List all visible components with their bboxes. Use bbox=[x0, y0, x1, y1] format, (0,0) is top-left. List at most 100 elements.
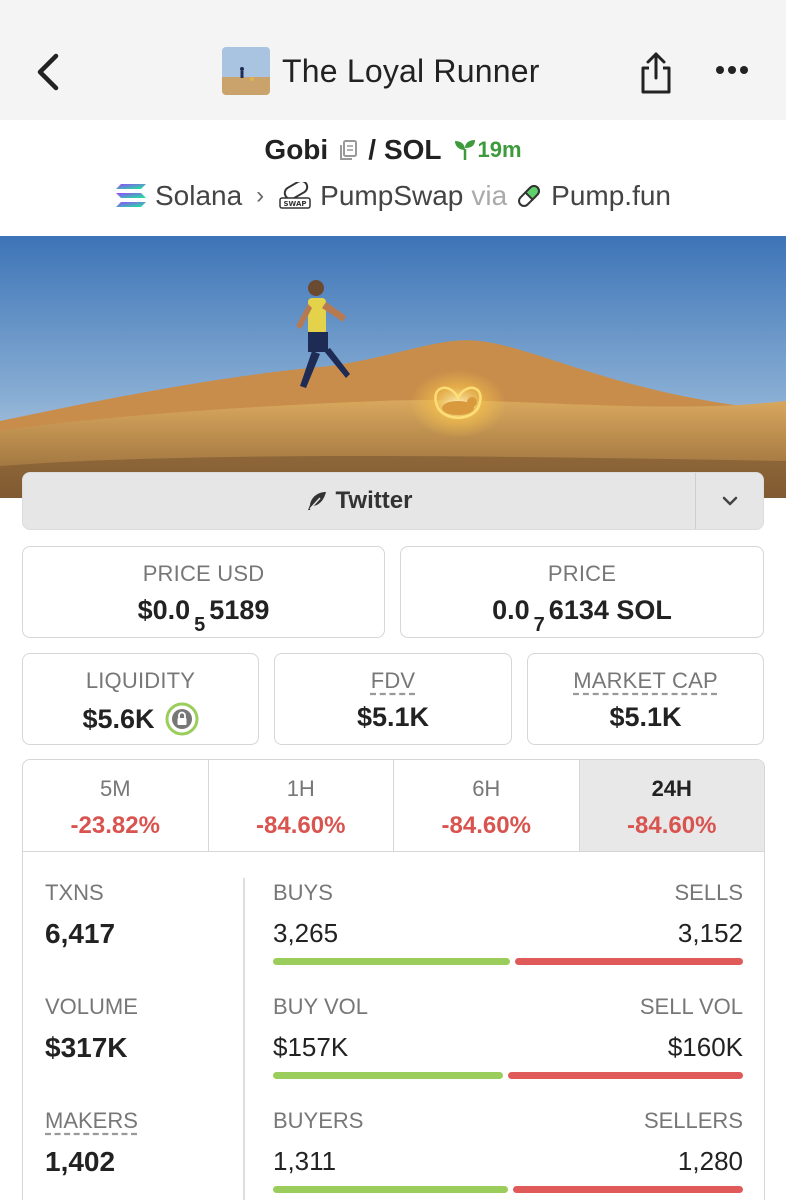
page-title: The Loyal Runner bbox=[282, 52, 540, 89]
liquidity-value-row: $5.6K bbox=[23, 702, 258, 736]
sell-portion bbox=[513, 1186, 743, 1193]
market-cap-label[interactable]: MARKET CAP bbox=[528, 668, 763, 694]
page-title-group: The Loyal Runner bbox=[222, 46, 540, 96]
tab-1h[interactable]: 1H -84.60% bbox=[209, 760, 394, 851]
buys-label: BUYS bbox=[273, 880, 333, 905]
price-native-value: 0.0 7 6134 SOL bbox=[401, 595, 763, 636]
token-thumbnail bbox=[222, 47, 270, 95]
sellers-value: 1,280 bbox=[677, 1146, 743, 1176]
makers-stat: MAKERS 1,402 bbox=[45, 1108, 215, 1200]
price-usd-prefix: $0.0 bbox=[137, 595, 191, 625]
makers-label[interactable]: MAKERS bbox=[45, 1108, 215, 1134]
market-cap-value: $5.1K bbox=[609, 702, 682, 732]
chevron-down-icon bbox=[722, 496, 737, 506]
breadcrumb: Solana › SWAP PumpSwap via Pump.fun bbox=[0, 180, 786, 212]
liquidity-label: LIQUIDITY bbox=[85, 668, 196, 693]
chevron-left-icon[interactable] bbox=[30, 48, 70, 96]
tab-label: 6H bbox=[472, 776, 501, 801]
tab-24h[interactable]: 24H -84.60% bbox=[579, 760, 764, 851]
sells-value: 3,152 bbox=[677, 918, 743, 948]
buyers-value: 1,311 bbox=[273, 1146, 337, 1176]
sell-vol-value: $160K bbox=[667, 1032, 743, 1062]
chain-link[interactable]: Solana bbox=[155, 180, 242, 212]
stats-totals: TXNS 6,417 VOLUME $317K MAKERS 1,402 bbox=[45, 880, 215, 1200]
dex-link[interactable]: PumpSwap bbox=[320, 180, 463, 212]
tab-label: 5M bbox=[99, 776, 131, 801]
tab-change: -84.60% bbox=[441, 812, 531, 839]
fdv-value: $5.1K bbox=[356, 702, 430, 732]
chevron-right-icon: › bbox=[256, 182, 265, 209]
stats-divider bbox=[243, 878, 245, 1200]
twitter-label: Twitter bbox=[335, 487, 413, 514]
quote-token-symbol: SOL bbox=[383, 134, 442, 165]
lock-icon[interactable] bbox=[165, 702, 199, 736]
tab-change: -23.82% bbox=[70, 812, 160, 839]
buy-portion bbox=[273, 1186, 508, 1193]
pair-header: Gobi / SOL 19m bbox=[0, 134, 786, 166]
market-cap-card: MARKET CAP $5.1K bbox=[527, 653, 764, 745]
solana-icon bbox=[115, 184, 146, 207]
tab-label: 24H bbox=[651, 776, 692, 801]
volume-label: VOLUME bbox=[45, 994, 138, 1019]
buy-sell-volume-row: BUY VOL SELL VOL $157K $160K bbox=[273, 994, 743, 1108]
price-usd-digits: 5189 bbox=[209, 595, 270, 625]
pair-age: 19m bbox=[452, 137, 522, 163]
feather-icon bbox=[307, 492, 326, 510]
sell-portion bbox=[515, 958, 743, 965]
sells-label: SELLS bbox=[674, 880, 744, 905]
social-links-bar: Twitter bbox=[22, 472, 764, 530]
pumpswap-icon: SWAP bbox=[279, 182, 311, 209]
timeframe-tabs: 5M -23.82% 1H -84.60% 6H -84.60% 24H -84… bbox=[23, 760, 764, 852]
tab-5m[interactable]: 5M -23.82% bbox=[23, 760, 209, 851]
seedling-icon bbox=[454, 140, 475, 160]
pair-separator: / bbox=[368, 134, 376, 165]
buy-vol-value: $157K bbox=[273, 1032, 349, 1062]
base-token-symbol: Gobi bbox=[264, 134, 329, 165]
timeframe-stats-panel: 5M -23.82% 1H -84.60% 6H -84.60% 24H -84… bbox=[22, 759, 765, 1200]
buys-sells-row: BUYS SELLS 3,265 3,152 bbox=[273, 880, 743, 994]
volume-value: $317K bbox=[45, 1032, 128, 1063]
links-dropdown-button[interactable] bbox=[695, 473, 763, 529]
price-native-prefix: 0.0 bbox=[492, 595, 530, 625]
copy-icon[interactable] bbox=[336, 138, 360, 162]
via-text: via bbox=[471, 180, 508, 211]
sell-portion bbox=[508, 1072, 743, 1079]
share-icon[interactable] bbox=[636, 48, 676, 96]
price-native-zero-count: 7 bbox=[533, 614, 545, 636]
tab-change: -84.60% bbox=[256, 812, 346, 839]
token-banner-image bbox=[0, 236, 786, 498]
sellers-label: SELLERS bbox=[643, 1108, 743, 1133]
buys-sells-ratio-bar bbox=[273, 958, 743, 965]
stats-breakdown: BUYS SELLS 3,265 3,152 BUY VOL SELL VOL … bbox=[273, 880, 743, 1200]
makers-value: 1,402 bbox=[45, 1146, 116, 1177]
price-usd-label: PRICE USD bbox=[142, 561, 265, 586]
sell-vol-label: SELL VOL bbox=[639, 994, 743, 1019]
tab-6h[interactable]: 6H -84.60% bbox=[394, 760, 580, 851]
txns-label: TXNS bbox=[45, 880, 104, 905]
price-usd-card: PRICE USD $0.0 5 5189 bbox=[22, 546, 385, 638]
more-icon[interactable] bbox=[712, 58, 752, 82]
buy-portion bbox=[273, 958, 510, 965]
buys-value: 3,265 bbox=[273, 918, 339, 948]
twitter-link-button[interactable]: Twitter bbox=[23, 473, 695, 529]
pill-icon bbox=[518, 185, 541, 207]
price-native-label: PRICE bbox=[547, 561, 617, 586]
buy-portion bbox=[273, 1072, 503, 1079]
volume-ratio-bar bbox=[273, 1072, 743, 1079]
buy-vol-label: BUY VOL bbox=[273, 994, 368, 1019]
txns-stat: TXNS 6,417 bbox=[45, 880, 215, 994]
liquidity-card: LIQUIDITY $5.6K bbox=[22, 653, 259, 745]
fdv-card: FDV $5.1K bbox=[274, 653, 512, 745]
top-bar: The Loyal Runner bbox=[0, 0, 786, 120]
buyers-ratio-bar bbox=[273, 1186, 743, 1193]
price-usd-value: $0.0 5 5189 bbox=[23, 595, 384, 636]
price-native-digits: 6134 SOL bbox=[548, 595, 672, 625]
tab-change: -84.60% bbox=[627, 812, 717, 839]
tab-label: 1H bbox=[286, 776, 315, 801]
fdv-label[interactable]: FDV bbox=[275, 668, 511, 694]
price-native-card: PRICE 0.0 7 6134 SOL bbox=[400, 546, 764, 638]
pair-age-value: 19m bbox=[477, 137, 522, 162]
launchpad-link[interactable]: Pump.fun bbox=[551, 180, 671, 212]
svg-text:SWAP: SWAP bbox=[284, 200, 307, 208]
liquidity-value: $5.6K bbox=[82, 703, 155, 734]
